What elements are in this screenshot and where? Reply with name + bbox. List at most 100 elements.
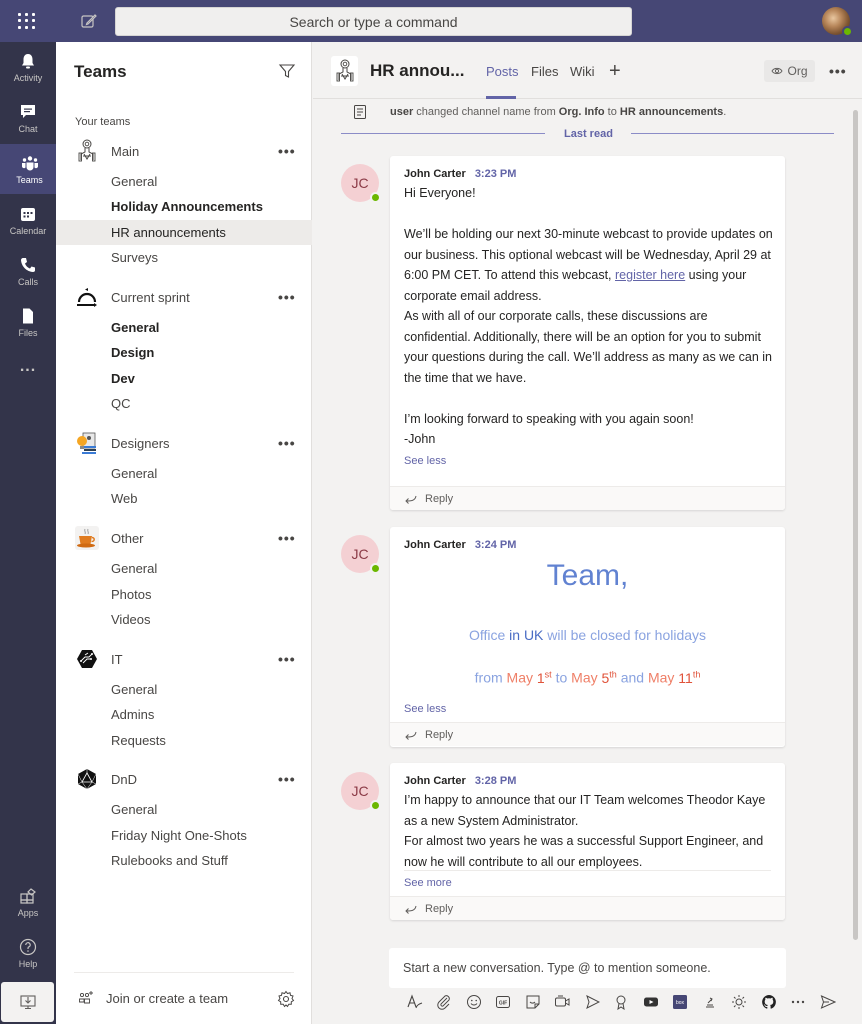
author-name[interactable]: John Carter bbox=[404, 168, 466, 180]
channel-item[interactable]: General bbox=[56, 797, 312, 822]
new-conversation-input[interactable]: Start a new conversation. Type @ to ment… bbox=[389, 948, 786, 988]
rail-label: Activity bbox=[13, 72, 43, 83]
channel-item[interactable]: General bbox=[56, 677, 312, 702]
author-name[interactable]: John Carter bbox=[404, 775, 466, 787]
rail-item-teams[interactable]: Teams bbox=[0, 144, 56, 194]
channel-item[interactable]: Friday Night One-Shots bbox=[56, 823, 312, 848]
more-options-icon[interactable]: ••• bbox=[278, 289, 296, 305]
channel-item[interactable]: Admins bbox=[56, 702, 312, 727]
avatar[interactable]: JC bbox=[341, 772, 381, 811]
more-options-icon[interactable]: ••• bbox=[829, 63, 847, 79]
tab-posts[interactable]: Posts bbox=[486, 64, 519, 79]
sticker-button[interactable] bbox=[518, 990, 548, 1014]
github-button[interactable] bbox=[754, 990, 784, 1014]
rail-item-calls[interactable]: Calls bbox=[0, 246, 56, 296]
reply-button[interactable]: Reply bbox=[390, 486, 785, 510]
more-apps-button[interactable] bbox=[784, 990, 814, 1014]
team-main[interactable]: Main ••• bbox=[56, 138, 312, 164]
emoji-button[interactable] bbox=[459, 990, 489, 1014]
channel-item[interactable]: General bbox=[56, 315, 312, 340]
org-button[interactable]: Org bbox=[764, 60, 815, 82]
gif-button[interactable]: GIF bbox=[489, 990, 519, 1014]
attach-button[interactable] bbox=[430, 990, 460, 1014]
channel-item[interactable]: Photos bbox=[56, 582, 312, 607]
see-less-button[interactable]: See less bbox=[404, 703, 446, 715]
channel-item[interactable]: General bbox=[56, 556, 312, 581]
channel-item[interactable]: Design bbox=[56, 340, 312, 365]
search-input[interactable]: Search or type a command bbox=[115, 7, 632, 36]
channel-item[interactable]: General bbox=[56, 461, 312, 486]
channel-item[interactable]: Surveys bbox=[56, 245, 312, 270]
compose-icon[interactable] bbox=[80, 12, 98, 30]
author-name[interactable]: John Carter bbox=[404, 539, 466, 551]
emoji-icon bbox=[466, 995, 481, 1009]
post-text: For almost two years he was a successful… bbox=[404, 834, 764, 869]
channel-item-selected[interactable]: HR announcements bbox=[56, 220, 312, 245]
rail-item-chat[interactable]: Chat bbox=[0, 93, 56, 143]
youtube-button[interactable] bbox=[636, 990, 666, 1014]
tab-files[interactable]: Files bbox=[531, 64, 558, 79]
rail-item-apps[interactable]: Apps bbox=[0, 877, 56, 927]
register-link[interactable]: register here bbox=[615, 268, 685, 282]
more-options-icon[interactable]: ••• bbox=[278, 771, 296, 787]
post-paragraph: We’ll be holding our next 30-minute webc… bbox=[404, 224, 774, 306]
channel-item[interactable]: General bbox=[56, 169, 312, 194]
see-less-button[interactable]: See less bbox=[404, 455, 446, 467]
download-button[interactable] bbox=[1, 982, 54, 1022]
feed-scrollbar[interactable] bbox=[853, 110, 858, 940]
team-dnd[interactable]: DnD ••• bbox=[56, 766, 312, 792]
praise-button[interactable] bbox=[607, 990, 637, 1014]
see-more-button[interactable]: See more bbox=[404, 877, 452, 889]
meet-now-button[interactable] bbox=[548, 990, 578, 1014]
reply-button[interactable]: Reply bbox=[390, 722, 785, 746]
channel-item[interactable]: Holiday Announcements bbox=[56, 194, 312, 219]
team-current-sprint[interactable]: Current sprint ••• bbox=[56, 284, 312, 310]
reply-label: Reply bbox=[425, 492, 454, 505]
user-avatar[interactable] bbox=[822, 7, 853, 37]
tab-wiki[interactable]: Wiki bbox=[570, 64, 595, 79]
format-button[interactable] bbox=[400, 990, 430, 1014]
join-label: Join or create a team bbox=[106, 990, 229, 1006]
channel-item[interactable]: Dev bbox=[56, 366, 312, 391]
rail-item-calendar[interactable]: Calendar bbox=[0, 195, 56, 245]
presence-available-icon bbox=[842, 26, 853, 37]
old-channel-name: Org. Info bbox=[558, 106, 605, 118]
avatar[interactable]: JC bbox=[341, 164, 381, 203]
team-it[interactable]: IT ••• bbox=[56, 646, 312, 672]
stack-button[interactable] bbox=[695, 990, 725, 1014]
rail-item-activity[interactable]: Activity bbox=[0, 42, 56, 92]
add-team-icon bbox=[79, 991, 93, 1004]
more-options-icon[interactable]: ••• bbox=[278, 435, 296, 451]
more-options-icon[interactable]: ••• bbox=[278, 651, 296, 667]
channel-item[interactable]: Videos bbox=[56, 607, 312, 632]
channel-item[interactable]: QC bbox=[56, 391, 312, 416]
box-button[interactable]: box bbox=[666, 990, 696, 1014]
settings-gear-icon[interactable] bbox=[277, 990, 295, 1008]
send-button[interactable] bbox=[813, 990, 843, 1014]
more-icon bbox=[792, 1000, 805, 1004]
stream-button[interactable] bbox=[577, 990, 607, 1014]
weather-button[interactable] bbox=[725, 990, 755, 1014]
channel-item[interactable]: Requests bbox=[56, 728, 312, 753]
more-options-icon[interactable]: ••• bbox=[278, 530, 296, 546]
team-other[interactable]: Other ••• bbox=[56, 525, 312, 551]
rail-item-files[interactable]: Files bbox=[0, 297, 56, 347]
reply-button[interactable]: Reply bbox=[390, 896, 785, 920]
avatar[interactable]: JC bbox=[341, 535, 381, 574]
design-idea-icon bbox=[75, 431, 99, 455]
app-launcher-icon[interactable] bbox=[16, 11, 36, 31]
day: 11 bbox=[678, 669, 693, 686]
date-text: 5th bbox=[602, 669, 617, 686]
filter-icon[interactable] bbox=[278, 62, 296, 80]
channel-item[interactable]: Rulebooks and Stuff bbox=[56, 848, 312, 873]
channel-item[interactable]: Web bbox=[56, 486, 312, 511]
rail-label: Apps bbox=[17, 907, 39, 918]
rail-item-help[interactable]: Help bbox=[0, 928, 56, 978]
add-tab-button[interactable]: + bbox=[609, 60, 621, 83]
more-options-icon[interactable]: ••• bbox=[278, 143, 296, 159]
date-text: May bbox=[506, 669, 537, 686]
rail-item-more[interactable]: ... bbox=[0, 352, 56, 382]
team-designers[interactable]: Designers ••• bbox=[56, 430, 312, 456]
join-create-team-button[interactable]: Join or create a team bbox=[78, 990, 228, 1006]
post-text: I’m looking forward to speaking with you… bbox=[404, 411, 694, 426]
